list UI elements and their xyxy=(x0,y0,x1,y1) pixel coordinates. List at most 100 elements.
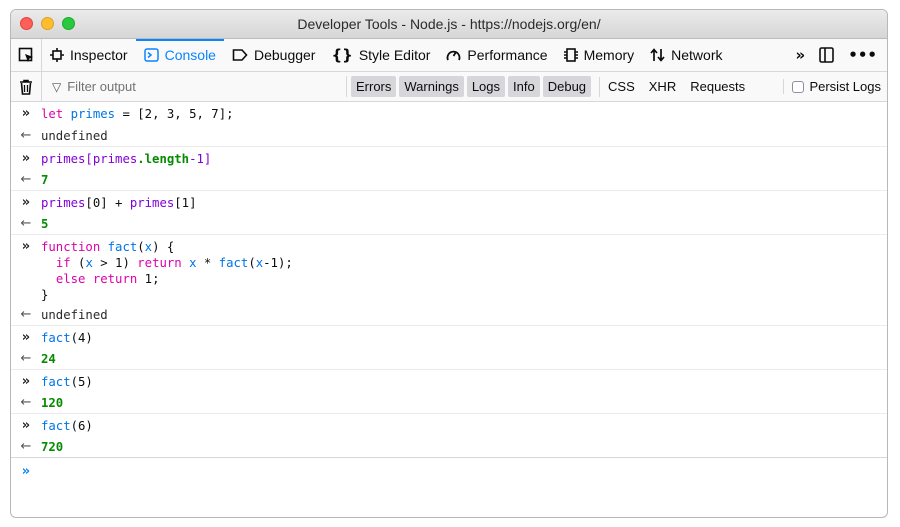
console-icon xyxy=(143,48,159,62)
style-editor-icon: {} xyxy=(331,46,353,64)
console-input-row: » fact(4) xyxy=(11,325,887,347)
code-text: > 1) xyxy=(92,256,138,270)
clear-console-button[interactable] xyxy=(11,72,42,101)
code-text: (4) xyxy=(70,331,93,345)
filter-xhr-button[interactable]: XHR xyxy=(649,79,676,94)
persist-logs-label: Persist Logs xyxy=(809,79,881,94)
result-value: 720 xyxy=(41,440,64,454)
element-picker-icon xyxy=(18,47,33,62)
tab-memory-label: Memory xyxy=(583,47,635,63)
console-output: » let primes = [2, 3, 5, 7]; ← undefined… xyxy=(11,102,887,485)
code-variable: primes xyxy=(41,152,86,166)
result-value: undefined xyxy=(41,129,108,143)
tab-console[interactable]: Console xyxy=(135,39,225,71)
code-text: = [2, 3, 5, 7]; xyxy=(115,107,234,121)
code-function-name: fact xyxy=(41,375,71,389)
tab-style-editor-label: Style Editor xyxy=(358,47,431,63)
tab-memory[interactable]: Memory xyxy=(556,39,643,71)
element-picker-button[interactable] xyxy=(11,39,42,71)
console-result-row: ← 720 xyxy=(11,435,887,457)
filter-info-button[interactable]: Info xyxy=(508,76,540,97)
input-chevron-icon: » xyxy=(21,195,31,210)
code-text: ( xyxy=(248,256,256,270)
console-result-row: ← undefined xyxy=(11,303,887,325)
close-window-button[interactable] xyxy=(20,17,33,30)
trash-icon xyxy=(20,79,32,95)
inspector-icon xyxy=(50,48,64,62)
result-arrow-icon: ← xyxy=(20,307,32,322)
log-level-filters: Errors Warnings Logs Info Debug xyxy=(346,76,592,97)
code-text: } xyxy=(41,288,49,302)
result-arrow-icon: ← xyxy=(20,439,32,454)
filter-css-button[interactable]: CSS xyxy=(608,79,635,94)
tab-debugger-label: Debugger xyxy=(253,47,316,63)
dock-options-icon[interactable] xyxy=(819,47,835,63)
input-chevron-icon: » xyxy=(21,106,31,121)
result-value: 5 xyxy=(41,217,49,231)
tab-performance[interactable]: Performance xyxy=(438,39,555,71)
more-tabs-chevron-icon[interactable]: » xyxy=(796,46,806,64)
memory-icon xyxy=(563,48,578,62)
tab-style-editor[interactable]: {} Style Editor xyxy=(323,39,438,71)
code-text: * xyxy=(196,256,219,270)
zoom-window-button[interactable] xyxy=(62,17,75,30)
devtools-toolbar: Inspector Console Debugger {} Style Edit… xyxy=(11,39,887,72)
console-result-row: ← 5 xyxy=(11,212,887,234)
console-input-row: » let primes = [2, 3, 5, 7]; xyxy=(11,102,887,124)
result-arrow-icon: ← xyxy=(20,128,32,143)
filter-requests-button[interactable]: Requests xyxy=(690,79,745,94)
code-function-name: fact xyxy=(218,256,249,270)
input-chevron-icon: » xyxy=(21,330,31,345)
tab-performance-label: Performance xyxy=(467,47,548,63)
tab-network[interactable]: Network xyxy=(642,39,730,71)
code-variable: primes xyxy=(41,196,86,210)
console-input-row: » fact(6) xyxy=(11,413,887,435)
funnel-icon: ▽ xyxy=(52,79,62,94)
code-variable: x xyxy=(189,256,197,270)
code-text: (5) xyxy=(70,375,93,389)
title-bar: Developer Tools - Node.js - https://node… xyxy=(11,10,887,39)
console-input-row: » primes[0] + primes[1] xyxy=(11,190,887,212)
more-options-icon[interactable]: ••• xyxy=(848,46,877,64)
result-value: undefined xyxy=(41,308,108,322)
result-value: 24 xyxy=(41,352,56,366)
code-text: [1] xyxy=(174,196,197,210)
console-filter-bar: ▽ Filter output Errors Warnings Logs Inf… xyxy=(11,72,887,102)
code-property: .length xyxy=(137,152,190,166)
filter-errors-button[interactable]: Errors xyxy=(351,76,397,97)
prompt-chevron-icon: » xyxy=(21,464,31,479)
code-text: 1; xyxy=(137,272,160,286)
persist-logs-toggle[interactable]: Persist Logs xyxy=(783,79,881,94)
persist-logs-checkbox[interactable] xyxy=(792,80,805,93)
console-input-row: » primes[primes.length-1] xyxy=(11,146,887,168)
console-result-row: ← 7 xyxy=(11,168,887,190)
code-keyword: else xyxy=(55,272,86,286)
code-text: ) { xyxy=(152,240,175,254)
filter-debug-button[interactable]: Debug xyxy=(542,76,592,97)
code-keyword: return xyxy=(92,272,138,286)
filter-warnings-button[interactable]: Warnings xyxy=(399,76,464,97)
filter-logs-button[interactable]: Logs xyxy=(466,76,506,97)
console-result-row: ← 24 xyxy=(11,347,887,369)
code-variable: primes xyxy=(70,107,116,121)
filter-output-input[interactable]: ▽ Filter output xyxy=(42,79,344,94)
filter-placeholder: Filter output xyxy=(67,79,136,94)
tab-inspector[interactable]: Inspector xyxy=(42,39,136,71)
tab-debugger[interactable]: Debugger xyxy=(224,39,324,71)
minimize-window-button[interactable] xyxy=(41,17,54,30)
network-icon xyxy=(650,48,665,62)
console-input-row: » function fact(x) { if (x > 1) return x… xyxy=(11,234,887,303)
code-text: [0] + xyxy=(85,196,130,210)
result-value: 7 xyxy=(41,173,49,187)
window-title: Developer Tools - Node.js - https://node… xyxy=(297,16,601,32)
result-arrow-icon: ← xyxy=(20,395,32,410)
input-chevron-icon: » xyxy=(21,418,31,433)
code-function-name: fact xyxy=(41,331,71,345)
code-function-name: fact xyxy=(107,240,138,254)
console-input-field[interactable]: » xyxy=(11,457,887,485)
result-value: 120 xyxy=(41,396,64,410)
tab-console-label: Console xyxy=(164,47,216,63)
input-chevron-icon: » xyxy=(21,151,31,166)
console-input-row: » fact(5) xyxy=(11,369,887,391)
tab-network-label: Network xyxy=(671,47,723,63)
